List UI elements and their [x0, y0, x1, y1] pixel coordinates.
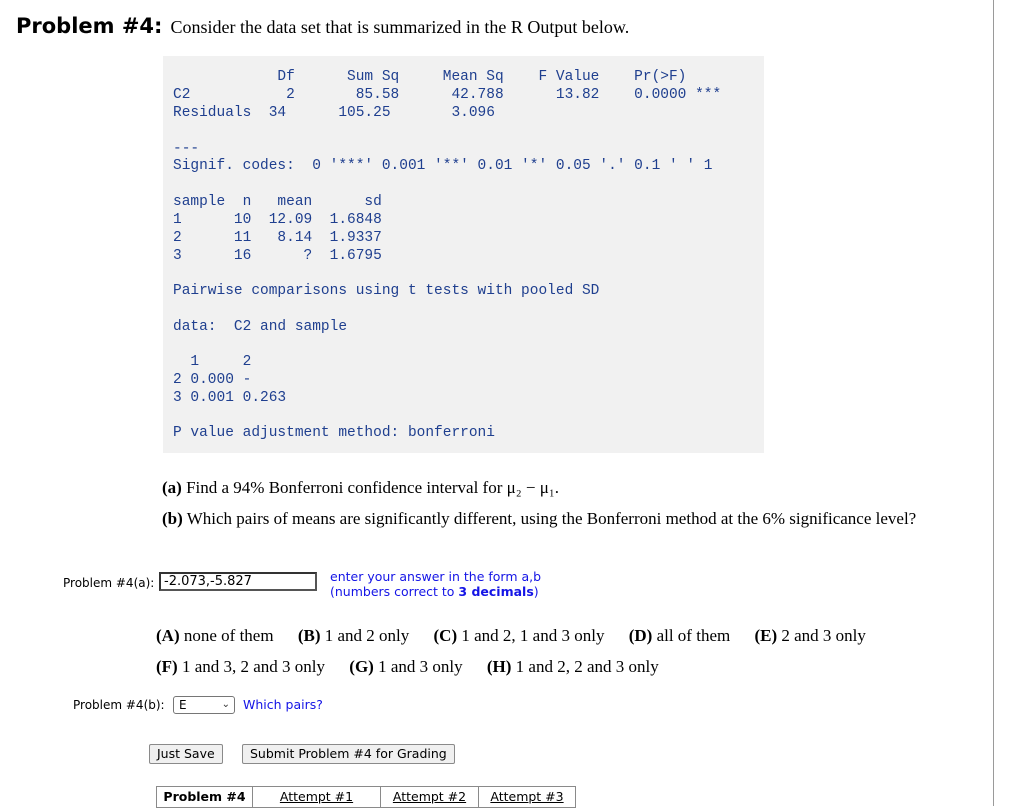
- problem-number: Problem #4:: [16, 14, 163, 38]
- hint-line-1: enter your answer in the form a,b: [330, 569, 542, 584]
- option-f: (F) 1 and 3, 2 and 3 only: [156, 657, 326, 676]
- hint-bold: 3 decimals: [458, 584, 534, 599]
- question-a-label: (a): [162, 478, 182, 497]
- adjustment-method: P value adjustment method: bonferroni: [173, 425, 495, 441]
- submit-button[interactable]: Submit Problem #4 for Grading: [242, 744, 455, 764]
- r-output-box: Df Sum Sq Mean Sq F Value Pr(>F) C2 2 85…: [163, 56, 764, 453]
- anova-row-residuals: Residuals 34 105.25 3.096: [173, 105, 495, 121]
- option-e: (E) 2 and 3 only: [754, 626, 866, 645]
- problem-header: Problem #4: Consider the data set that i…: [16, 14, 629, 38]
- answer-a-label: Problem #4(a):: [63, 576, 155, 590]
- hint-prefix: (numbers correct to: [330, 584, 459, 599]
- options-row-2: (F) 1 and 3, 2 and 3 only (G) 1 and 3 on…: [156, 657, 679, 677]
- summary-row-3: 3 16 ? 1.6795: [173, 248, 382, 264]
- problem-intro: Consider the data set that is summarized…: [170, 17, 630, 37]
- option-b: (B) 1 and 2 only: [297, 626, 410, 645]
- answer-b-selected: E: [179, 698, 187, 712]
- tab-attempt-2[interactable]: Attempt #2: [381, 787, 479, 807]
- options-row-1: (A) none of them (B) 1 and 2 only (C) 1 …: [156, 626, 886, 646]
- pairwise-matrix-header: 1 2: [173, 354, 252, 370]
- question-b: (b) Which pairs of means are significant…: [162, 509, 916, 529]
- pairwise-matrix-row-3: 3 0.001 0.263: [173, 390, 287, 406]
- answer-b-select[interactable]: E ⌄: [173, 696, 235, 714]
- option-c: (C) 1 and 2, 1 and 3 only: [433, 626, 605, 645]
- answer-a-input[interactable]: -2.073,-5.827: [159, 572, 317, 591]
- question-b-text: Which pairs of means are significantly d…: [186, 509, 917, 528]
- hint-line-2: (numbers correct to 3 decimals): [330, 584, 541, 599]
- anova-header: Df Sum Sq Mean Sq F Value Pr(>F): [173, 69, 687, 85]
- tab-attempt-1[interactable]: Attempt #1: [253, 787, 381, 807]
- summary-row-2: 2 11 8.14 1.9337: [173, 230, 382, 246]
- anova-row-c2: C2 2 85.58 42.788 13.82 0.0000 ***: [173, 87, 722, 103]
- pairwise-matrix-row-2: 2 0.000 -: [173, 372, 252, 388]
- tab-attempt-3[interactable]: Attempt #3: [479, 787, 575, 807]
- hint-suffix: ): [533, 584, 539, 599]
- chevron-down-icon: ⌄: [221, 699, 230, 710]
- tab-problem[interactable]: Problem #4: [157, 787, 253, 807]
- just-save-button[interactable]: Just Save: [149, 744, 223, 764]
- answer-b-hint: Which pairs?: [243, 697, 323, 712]
- answer-a-hint: enter your answer in the form a,b (numbe…: [330, 569, 541, 599]
- option-h: (H) 1 and 2, 2 and 3 only: [486, 657, 659, 676]
- option-a: (A) none of them: [156, 626, 274, 645]
- answer-a-value: -2.073,-5.827: [164, 574, 252, 589]
- signif-codes: Signif. codes: 0 '***' 0.001 '**' 0.01 '…: [173, 158, 713, 174]
- summary-row-1: 1 10 12.09 1.6848: [173, 212, 382, 228]
- question-a-text: Find a 94% Bonferroni confidence interva…: [186, 478, 560, 497]
- question-b-label: (b): [162, 509, 183, 528]
- pairwise-title: Pairwise comparisons using t tests with …: [173, 283, 600, 299]
- option-d: (D) all of them: [628, 626, 731, 645]
- anova-separator: ---: [173, 141, 200, 157]
- pairwise-data-line: data: C2 and sample: [173, 319, 348, 335]
- answer-b-label: Problem #4(b):: [73, 698, 165, 712]
- attempt-tabs: Problem #4 Attempt #1 Attempt #2 Attempt…: [156, 786, 576, 808]
- page-border-line: [993, 0, 994, 806]
- question-a: (a) Find a 94% Bonferroni confidence int…: [162, 478, 559, 498]
- summary-header: sample n mean sd: [173, 194, 382, 210]
- option-g: (G) 1 and 3 only: [349, 657, 463, 676]
